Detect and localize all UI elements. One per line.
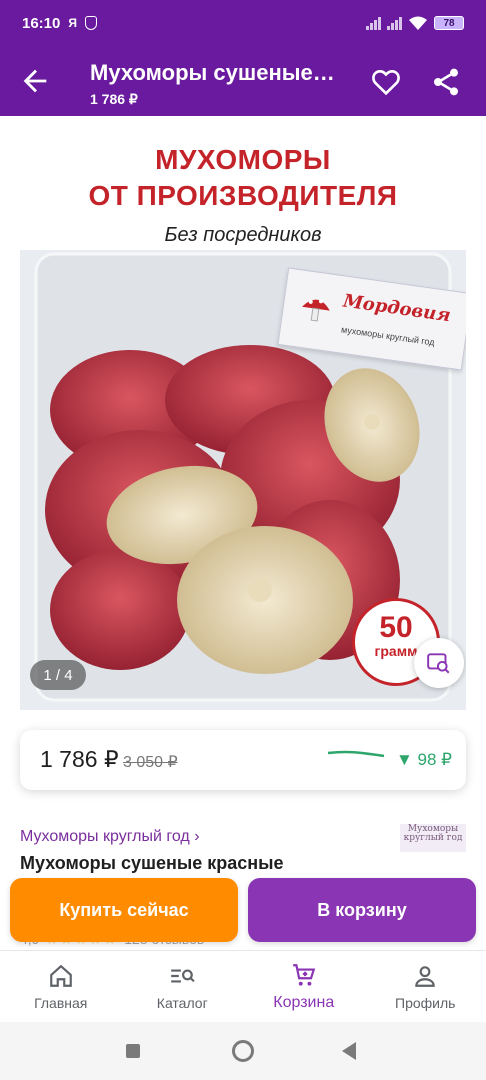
back-arrow-icon[interactable] xyxy=(18,64,52,98)
notification-icon: Я xyxy=(68,16,77,30)
add-to-cart-button[interactable]: В корзину xyxy=(248,878,476,942)
brand-name: Мордовия xyxy=(341,290,452,327)
nav-home-label: Главная xyxy=(34,994,88,1011)
visual-search-icon xyxy=(427,653,450,674)
wifi-icon xyxy=(409,16,427,30)
status-left: 16:10 Я xyxy=(22,15,97,32)
gallery-counter: 1 / 4 xyxy=(30,660,86,690)
buy-now-button[interactable]: Купить сейчас xyxy=(10,878,238,942)
nav-profile[interactable]: Профиль xyxy=(365,951,486,1022)
nav-catalog[interactable]: Каталог xyxy=(122,951,244,1022)
recents-icon[interactable] xyxy=(126,1044,140,1058)
old-price: 3 050 ₽ xyxy=(123,754,178,771)
brand-tagline: мухоморы круглый год xyxy=(340,324,436,348)
product-gallery[interactable]: МУХОМОРЫ ОТ ПРОИЗВОДИТЕЛЯ Без посреднико… xyxy=(20,130,466,710)
header-price: 1 786 ₽ xyxy=(90,91,138,107)
price-trend-icon xyxy=(327,750,385,758)
page-title: Мухоморы сушеные… xyxy=(90,60,335,85)
nav-home[interactable]: Главная xyxy=(0,951,122,1022)
back-triangle-icon[interactable] xyxy=(342,1042,356,1060)
nav-cart-label: Корзина xyxy=(273,993,335,1011)
price-card[interactable]: 1 786 ₽ 3 050 ₽ ▼ 98 ₽ xyxy=(20,730,466,790)
gallery-subheadline: Без посредников xyxy=(164,224,322,246)
system-nav-bar xyxy=(0,1022,486,1080)
signal-icon-2 xyxy=(387,16,402,30)
home-button-icon[interactable] xyxy=(232,1040,254,1062)
seller-logo[interactable]: Мухоморы круглый год xyxy=(400,824,466,852)
profile-icon xyxy=(415,965,436,987)
gallery-headline-1: МУХОМОРЫ xyxy=(155,144,331,175)
visual-search-button[interactable] xyxy=(414,638,464,688)
product-name: Мухоморы сушеные красные xyxy=(20,853,284,873)
home-icon xyxy=(49,964,72,987)
cart-icon xyxy=(292,963,315,986)
battery-icon: 78 xyxy=(434,16,464,30)
status-time: 16:10 xyxy=(22,14,61,32)
mushroom-logo-icon xyxy=(301,299,330,322)
status-right: 78 xyxy=(366,15,464,31)
current-price: 1 786 ₽ xyxy=(40,746,119,772)
weight-value: 50 xyxy=(379,611,413,644)
catalog-search-icon xyxy=(171,969,195,982)
app-bar: Мухоморы сушеные… 1 786 ₽ xyxy=(0,46,486,116)
nav-profile-label: Профиль xyxy=(395,994,456,1011)
price-drop: ▼ 98 ₽ xyxy=(396,750,452,769)
heart-icon[interactable] xyxy=(370,66,402,98)
nav-cart[interactable]: Корзина xyxy=(243,951,365,1022)
seller-link[interactable]: Мухоморы круглый год › xyxy=(20,828,200,846)
bottom-nav: Главная Каталог Корзина Профиль xyxy=(0,950,486,1022)
nav-catalog-label: Каталог xyxy=(156,994,208,1011)
gallery-headline-2: ОТ ПРОИЗВОДИТЕЛЯ xyxy=(88,180,398,211)
status-bar: 16:10 Я 78 xyxy=(0,0,486,46)
share-icon[interactable] xyxy=(430,66,462,98)
signal-icon xyxy=(366,16,381,30)
shield-icon xyxy=(85,16,97,30)
